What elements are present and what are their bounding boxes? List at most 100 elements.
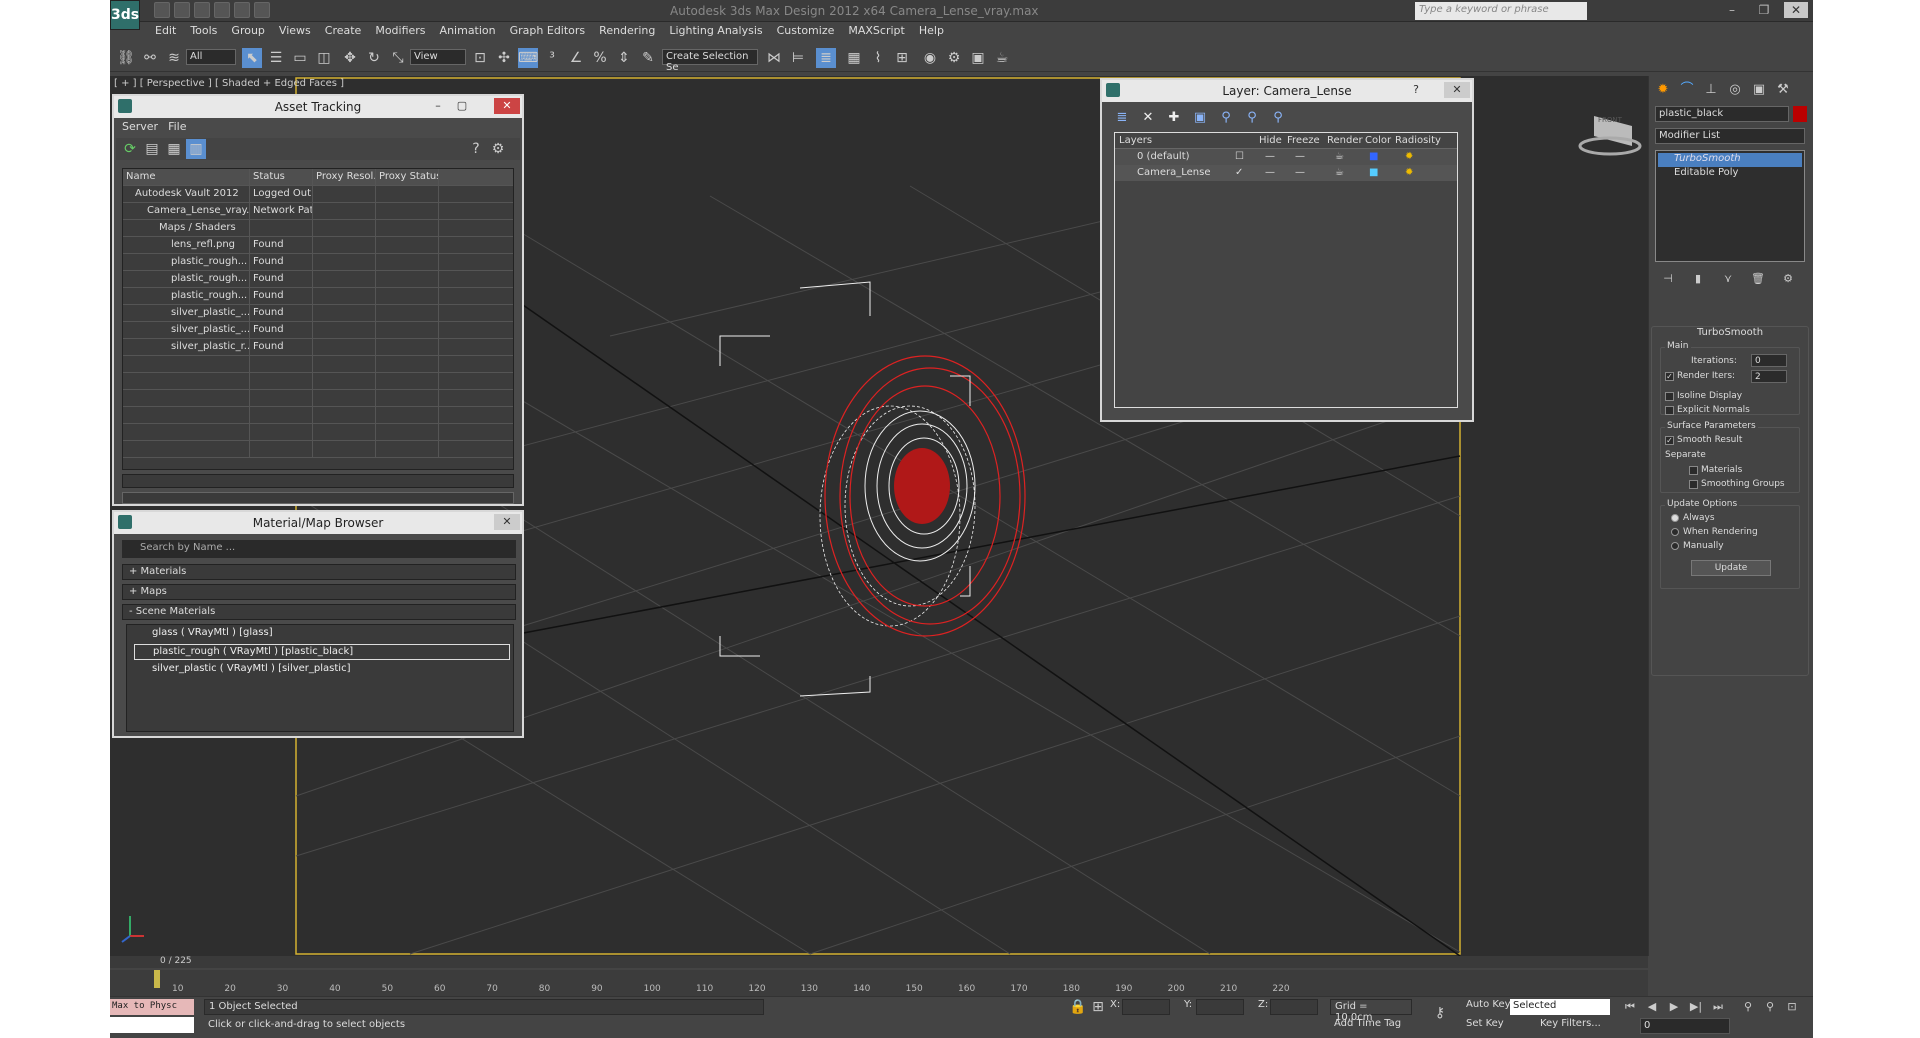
menu-create[interactable]: Create (318, 22, 369, 40)
minimize-icon[interactable]: – (430, 98, 446, 114)
freeze-toggle[interactable]: — (1295, 165, 1305, 181)
display-tab-icon[interactable]: ▣ (1749, 80, 1769, 100)
menu-views[interactable]: Views (272, 22, 318, 40)
percent-snap-icon[interactable]: % (590, 48, 610, 68)
table-row[interactable]: Autodesk Vault 2012Logged Out ... (123, 186, 513, 203)
update-button[interactable]: Update (1691, 560, 1771, 576)
horizontal-scrollbar[interactable] (122, 474, 514, 488)
maxscript-listener[interactable]: Max to Physc (110, 999, 194, 1015)
new-icon[interactable] (154, 2, 170, 18)
col-proxy-res[interactable]: Proxy Resol... (313, 169, 376, 186)
table-row[interactable]: plastic_rough... Found (123, 288, 513, 305)
isoline-checkbox[interactable] (1665, 392, 1674, 401)
rollout-title[interactable]: TurboSmooth (1652, 327, 1808, 341)
close-icon[interactable]: ✕ (494, 514, 520, 530)
graphite-icon[interactable]: ▦ (844, 48, 864, 68)
close-icon[interactable]: ✕ (1784, 2, 1808, 18)
col-freeze[interactable]: Freeze (1287, 133, 1320, 149)
open-icon[interactable] (174, 2, 190, 18)
selection-filter-dropdown[interactable]: All (186, 49, 236, 65)
menu-graph-editors[interactable]: Graph Editors (503, 22, 593, 40)
pivot-icon[interactable]: ⊡ (470, 48, 490, 68)
go-start-icon[interactable]: ⏮ (1622, 999, 1638, 1015)
perspective-viewport[interactable]: [ + ] [ Perspective ] [ Shaded + Edged F… (110, 76, 1648, 956)
prev-frame-icon[interactable]: ◀ (1644, 999, 1660, 1015)
list-item[interactable]: silver_plastic ( VRayMtl ) [silver_plast… (134, 662, 510, 678)
stack-item-turbosmooth[interactable]: TurboSmooth (1658, 153, 1802, 167)
snaps-icon[interactable]: ³ (542, 48, 562, 68)
keyboard-shortcut-icon[interactable]: ⌨ (518, 48, 538, 68)
list-item[interactable]: plastic_rough ( VRayMtl ) [plastic_black… (134, 644, 510, 660)
select-layer-icon[interactable]: ▣ (1190, 108, 1210, 128)
delete-layer-icon[interactable]: ✕ (1138, 108, 1158, 128)
table-row[interactable]: Camera_Lense ✓ — — ☕ ■ ✹ (1115, 165, 1457, 181)
object-name-field[interactable]: plastic_black (1655, 106, 1789, 122)
table-row[interactable] (123, 424, 513, 441)
hide-all-icon[interactable]: ⚲ (1242, 108, 1262, 128)
add-time-tag[interactable]: Add Time Tag (1334, 1018, 1401, 1029)
help-icon[interactable]: ? (1408, 82, 1424, 98)
stack-item-editable-poly[interactable]: Editable Poly (1658, 167, 1802, 181)
menu-tools[interactable]: Tools (183, 22, 224, 40)
highlight-layer-icon[interactable]: ⚲ (1216, 108, 1236, 128)
table-row[interactable] (123, 441, 513, 458)
spinner-snap-icon[interactable]: ⇕ (614, 48, 634, 68)
unlink-icon[interactable]: ⚯ (140, 48, 160, 68)
settings-icon[interactable]: ⚙ (488, 139, 508, 159)
mirror-icon[interactable]: ⋈ (764, 48, 784, 68)
materials-checkbox[interactable] (1689, 466, 1698, 475)
col-color[interactable]: Color (1365, 133, 1391, 149)
menu-rendering[interactable]: Rendering (592, 22, 662, 40)
select-object-icon[interactable]: ⬉ (242, 48, 262, 68)
named-selection-dropdown[interactable]: Create Selection Se (662, 49, 758, 73)
zoom-icon[interactable]: ⚲ (1740, 999, 1756, 1015)
add-to-layer-icon[interactable]: ✚ (1164, 108, 1184, 128)
redo-icon[interactable] (234, 2, 250, 18)
table-row[interactable]: 0 (default) ☐ — — ☕ ■ ✹ (1115, 149, 1457, 165)
iterations-spinner[interactable]: 0 (1751, 354, 1787, 367)
color-swatch[interactable]: ■ (1369, 149, 1378, 165)
refresh-icon[interactable]: ⟳ (120, 139, 140, 159)
select-manipulate-icon[interactable]: ✣ (494, 48, 514, 68)
active-checkbox[interactable]: ☐ (1235, 149, 1244, 165)
undo-icon[interactable] (214, 2, 230, 18)
close-icon[interactable]: ✕ (1444, 82, 1470, 98)
edit-named-sel-icon[interactable]: ✎ (638, 48, 658, 68)
maximize-icon[interactable]: ❐ (1752, 2, 1776, 18)
section-maps[interactable]: + Maps (122, 584, 516, 600)
table-row[interactable]: lens_refl.png Found (123, 237, 513, 254)
play-icon[interactable]: ▶ (1666, 999, 1682, 1015)
explicit-normals-checkbox[interactable] (1665, 406, 1674, 415)
show-end-result-icon[interactable]: ▮ (1689, 270, 1707, 288)
manually-radio[interactable] (1671, 542, 1679, 550)
key-set-dropdown[interactable]: Selected (1510, 999, 1610, 1015)
hide-toggle[interactable]: — (1265, 165, 1275, 181)
hide-toggle[interactable]: — (1265, 149, 1275, 165)
link-icon[interactable]: ⛓ (116, 48, 136, 68)
smoothing-groups-checkbox[interactable] (1689, 480, 1698, 489)
time-slider[interactable]: 0 / 225 (110, 956, 1648, 968)
move-icon[interactable]: ✥ (340, 48, 360, 68)
material-editor-icon[interactable]: ◉ (920, 48, 940, 68)
select-by-name-icon[interactable]: ☰ (266, 48, 286, 68)
render-setup-icon[interactable]: ⚙ (944, 48, 964, 68)
go-end-icon[interactable]: ⏭ (1710, 999, 1726, 1015)
rotate-icon[interactable]: ↻ (364, 48, 384, 68)
layer-manager-icon[interactable]: ≣ (816, 48, 836, 68)
grid-icon[interactable]: ▥ (186, 139, 206, 159)
curve-editor-icon[interactable]: ⌇ (868, 48, 888, 68)
z-field[interactable] (1270, 999, 1318, 1015)
menu-lighting-analysis[interactable]: Lighting Analysis (662, 22, 769, 40)
viewport-label[interactable]: [ + ] [ Perspective ] [ Shaded + Edged F… (114, 78, 344, 89)
render-iters-checkbox[interactable]: ✓ (1665, 372, 1674, 381)
search-input[interactable]: Type a keyword or phrase (1415, 2, 1587, 20)
project-icon[interactable] (254, 2, 270, 18)
minimize-icon[interactable]: – (1720, 2, 1744, 18)
pin-stack-icon[interactable]: ⊣ (1659, 270, 1677, 288)
create-tab-icon[interactable]: ✹ (1653, 80, 1673, 100)
viewcube[interactable]: FRONT (1598, 116, 1622, 124)
maximize-icon[interactable]: ▢ (454, 98, 470, 114)
table-row[interactable]: Maps / Shaders (123, 220, 513, 237)
set-key-button[interactable]: Set Key (1466, 1018, 1504, 1029)
col-render[interactable]: Render (1327, 133, 1363, 149)
